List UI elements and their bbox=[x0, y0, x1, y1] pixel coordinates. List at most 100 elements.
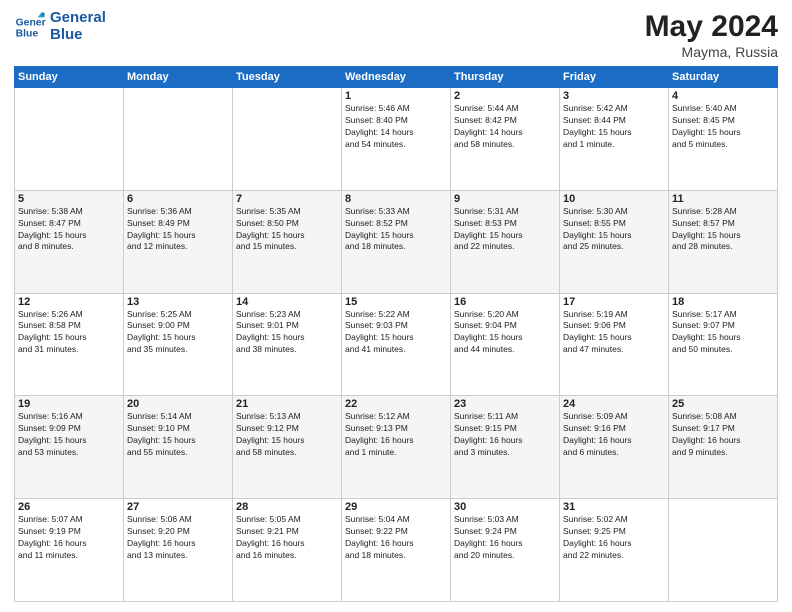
col-wednesday: Wednesday bbox=[342, 67, 451, 88]
day-info: Sunrise: 5:35 AMSunset: 8:50 PMDaylight:… bbox=[236, 206, 338, 254]
table-row: 26Sunrise: 5:07 AMSunset: 9:19 PMDayligh… bbox=[15, 499, 124, 602]
table-row: 2Sunrise: 5:44 AMSunset: 8:42 PMDaylight… bbox=[451, 88, 560, 191]
day-number: 23 bbox=[454, 398, 556, 410]
col-friday: Friday bbox=[560, 67, 669, 88]
day-info: Sunrise: 5:19 AMSunset: 9:06 PMDaylight:… bbox=[563, 309, 665, 357]
table-row: 31Sunrise: 5:02 AMSunset: 9:25 PMDayligh… bbox=[560, 499, 669, 602]
day-info: Sunrise: 5:30 AMSunset: 8:55 PMDaylight:… bbox=[563, 206, 665, 254]
day-number: 16 bbox=[454, 296, 556, 308]
day-number: 5 bbox=[18, 193, 120, 205]
table-row: 7Sunrise: 5:35 AMSunset: 8:50 PMDaylight… bbox=[233, 190, 342, 293]
day-number: 1 bbox=[345, 90, 447, 102]
day-number: 24 bbox=[563, 398, 665, 410]
table-row: 10Sunrise: 5:30 AMSunset: 8:55 PMDayligh… bbox=[560, 190, 669, 293]
day-info: Sunrise: 5:06 AMSunset: 9:20 PMDaylight:… bbox=[127, 514, 229, 562]
col-monday: Monday bbox=[124, 67, 233, 88]
day-number: 18 bbox=[672, 296, 774, 308]
day-number: 20 bbox=[127, 398, 229, 410]
table-row: 12Sunrise: 5:26 AMSunset: 8:58 PMDayligh… bbox=[15, 293, 124, 396]
table-row: 27Sunrise: 5:06 AMSunset: 9:20 PMDayligh… bbox=[124, 499, 233, 602]
table-row: 25Sunrise: 5:08 AMSunset: 9:17 PMDayligh… bbox=[669, 396, 778, 499]
day-info: Sunrise: 5:33 AMSunset: 8:52 PMDaylight:… bbox=[345, 206, 447, 254]
day-info: Sunrise: 5:20 AMSunset: 9:04 PMDaylight:… bbox=[454, 309, 556, 357]
table-row: 14Sunrise: 5:23 AMSunset: 9:01 PMDayligh… bbox=[233, 293, 342, 396]
day-info: Sunrise: 5:08 AMSunset: 9:17 PMDaylight:… bbox=[672, 411, 774, 459]
calendar-header-row: Sunday Monday Tuesday Wednesday Thursday… bbox=[15, 67, 778, 88]
table-row: 4Sunrise: 5:40 AMSunset: 8:45 PMDaylight… bbox=[669, 88, 778, 191]
title-block: May 2024 Mayma, Russia bbox=[645, 10, 778, 60]
day-info: Sunrise: 5:31 AMSunset: 8:53 PMDaylight:… bbox=[454, 206, 556, 254]
day-number: 29 bbox=[345, 501, 447, 513]
day-info: Sunrise: 5:04 AMSunset: 9:22 PMDaylight:… bbox=[345, 514, 447, 562]
page: General Blue General Blue May 2024 Mayma… bbox=[0, 0, 792, 612]
table-row: 17Sunrise: 5:19 AMSunset: 9:06 PMDayligh… bbox=[560, 293, 669, 396]
day-number: 4 bbox=[672, 90, 774, 102]
day-number: 14 bbox=[236, 296, 338, 308]
day-number: 26 bbox=[18, 501, 120, 513]
table-row: 28Sunrise: 5:05 AMSunset: 9:21 PMDayligh… bbox=[233, 499, 342, 602]
day-info: Sunrise: 5:05 AMSunset: 9:21 PMDaylight:… bbox=[236, 514, 338, 562]
day-number: 7 bbox=[236, 193, 338, 205]
day-info: Sunrise: 5:26 AMSunset: 8:58 PMDaylight:… bbox=[18, 309, 120, 357]
table-row: 20Sunrise: 5:14 AMSunset: 9:10 PMDayligh… bbox=[124, 396, 233, 499]
table-row: 30Sunrise: 5:03 AMSunset: 9:24 PMDayligh… bbox=[451, 499, 560, 602]
day-info: Sunrise: 5:25 AMSunset: 9:00 PMDaylight:… bbox=[127, 309, 229, 357]
table-row: 22Sunrise: 5:12 AMSunset: 9:13 PMDayligh… bbox=[342, 396, 451, 499]
day-number: 10 bbox=[563, 193, 665, 205]
day-number: 30 bbox=[454, 501, 556, 513]
col-tuesday: Tuesday bbox=[233, 67, 342, 88]
table-row: 5Sunrise: 5:38 AMSunset: 8:47 PMDaylight… bbox=[15, 190, 124, 293]
day-number: 12 bbox=[18, 296, 120, 308]
day-info: Sunrise: 5:11 AMSunset: 9:15 PMDaylight:… bbox=[454, 411, 556, 459]
header: General Blue General Blue May 2024 Mayma… bbox=[14, 10, 778, 60]
day-info: Sunrise: 5:12 AMSunset: 9:13 PMDaylight:… bbox=[345, 411, 447, 459]
logo-text-blue: Blue bbox=[50, 27, 106, 44]
table-row bbox=[15, 88, 124, 191]
day-number: 28 bbox=[236, 501, 338, 513]
logo-icon: General Blue bbox=[14, 11, 46, 43]
day-info: Sunrise: 5:36 AMSunset: 8:49 PMDaylight:… bbox=[127, 206, 229, 254]
title-location: Mayma, Russia bbox=[645, 44, 778, 60]
table-row: 18Sunrise: 5:17 AMSunset: 9:07 PMDayligh… bbox=[669, 293, 778, 396]
day-number: 6 bbox=[127, 193, 229, 205]
day-number: 9 bbox=[454, 193, 556, 205]
calendar-week-row: 5Sunrise: 5:38 AMSunset: 8:47 PMDaylight… bbox=[15, 190, 778, 293]
day-info: Sunrise: 5:13 AMSunset: 9:12 PMDaylight:… bbox=[236, 411, 338, 459]
table-row: 3Sunrise: 5:42 AMSunset: 8:44 PMDaylight… bbox=[560, 88, 669, 191]
day-info: Sunrise: 5:02 AMSunset: 9:25 PMDaylight:… bbox=[563, 514, 665, 562]
table-row bbox=[233, 88, 342, 191]
table-row bbox=[669, 499, 778, 602]
day-info: Sunrise: 5:09 AMSunset: 9:16 PMDaylight:… bbox=[563, 411, 665, 459]
day-info: Sunrise: 5:28 AMSunset: 8:57 PMDaylight:… bbox=[672, 206, 774, 254]
table-row: 15Sunrise: 5:22 AMSunset: 9:03 PMDayligh… bbox=[342, 293, 451, 396]
calendar-week-row: 19Sunrise: 5:16 AMSunset: 9:09 PMDayligh… bbox=[15, 396, 778, 499]
day-number: 27 bbox=[127, 501, 229, 513]
day-info: Sunrise: 5:23 AMSunset: 9:01 PMDaylight:… bbox=[236, 309, 338, 357]
calendar-week-row: 26Sunrise: 5:07 AMSunset: 9:19 PMDayligh… bbox=[15, 499, 778, 602]
day-number: 21 bbox=[236, 398, 338, 410]
col-thursday: Thursday bbox=[451, 67, 560, 88]
table-row: 13Sunrise: 5:25 AMSunset: 9:00 PMDayligh… bbox=[124, 293, 233, 396]
calendar-week-row: 1Sunrise: 5:46 AMSunset: 8:40 PMDaylight… bbox=[15, 88, 778, 191]
table-row: 24Sunrise: 5:09 AMSunset: 9:16 PMDayligh… bbox=[560, 396, 669, 499]
day-info: Sunrise: 5:16 AMSunset: 9:09 PMDaylight:… bbox=[18, 411, 120, 459]
day-number: 19 bbox=[18, 398, 120, 410]
day-info: Sunrise: 5:46 AMSunset: 8:40 PMDaylight:… bbox=[345, 103, 447, 151]
day-info: Sunrise: 5:07 AMSunset: 9:19 PMDaylight:… bbox=[18, 514, 120, 562]
day-number: 15 bbox=[345, 296, 447, 308]
day-info: Sunrise: 5:14 AMSunset: 9:10 PMDaylight:… bbox=[127, 411, 229, 459]
day-info: Sunrise: 5:42 AMSunset: 8:44 PMDaylight:… bbox=[563, 103, 665, 151]
table-row: 16Sunrise: 5:20 AMSunset: 9:04 PMDayligh… bbox=[451, 293, 560, 396]
col-sunday: Sunday bbox=[15, 67, 124, 88]
svg-text:General: General bbox=[16, 17, 46, 28]
logo-text-general: General bbox=[50, 10, 106, 27]
day-number: 2 bbox=[454, 90, 556, 102]
day-number: 13 bbox=[127, 296, 229, 308]
title-month: May 2024 bbox=[645, 10, 778, 44]
table-row: 23Sunrise: 5:11 AMSunset: 9:15 PMDayligh… bbox=[451, 396, 560, 499]
table-row: 9Sunrise: 5:31 AMSunset: 8:53 PMDaylight… bbox=[451, 190, 560, 293]
col-saturday: Saturday bbox=[669, 67, 778, 88]
logo: General Blue General Blue bbox=[14, 10, 106, 43]
day-number: 22 bbox=[345, 398, 447, 410]
table-row: 6Sunrise: 5:36 AMSunset: 8:49 PMDaylight… bbox=[124, 190, 233, 293]
